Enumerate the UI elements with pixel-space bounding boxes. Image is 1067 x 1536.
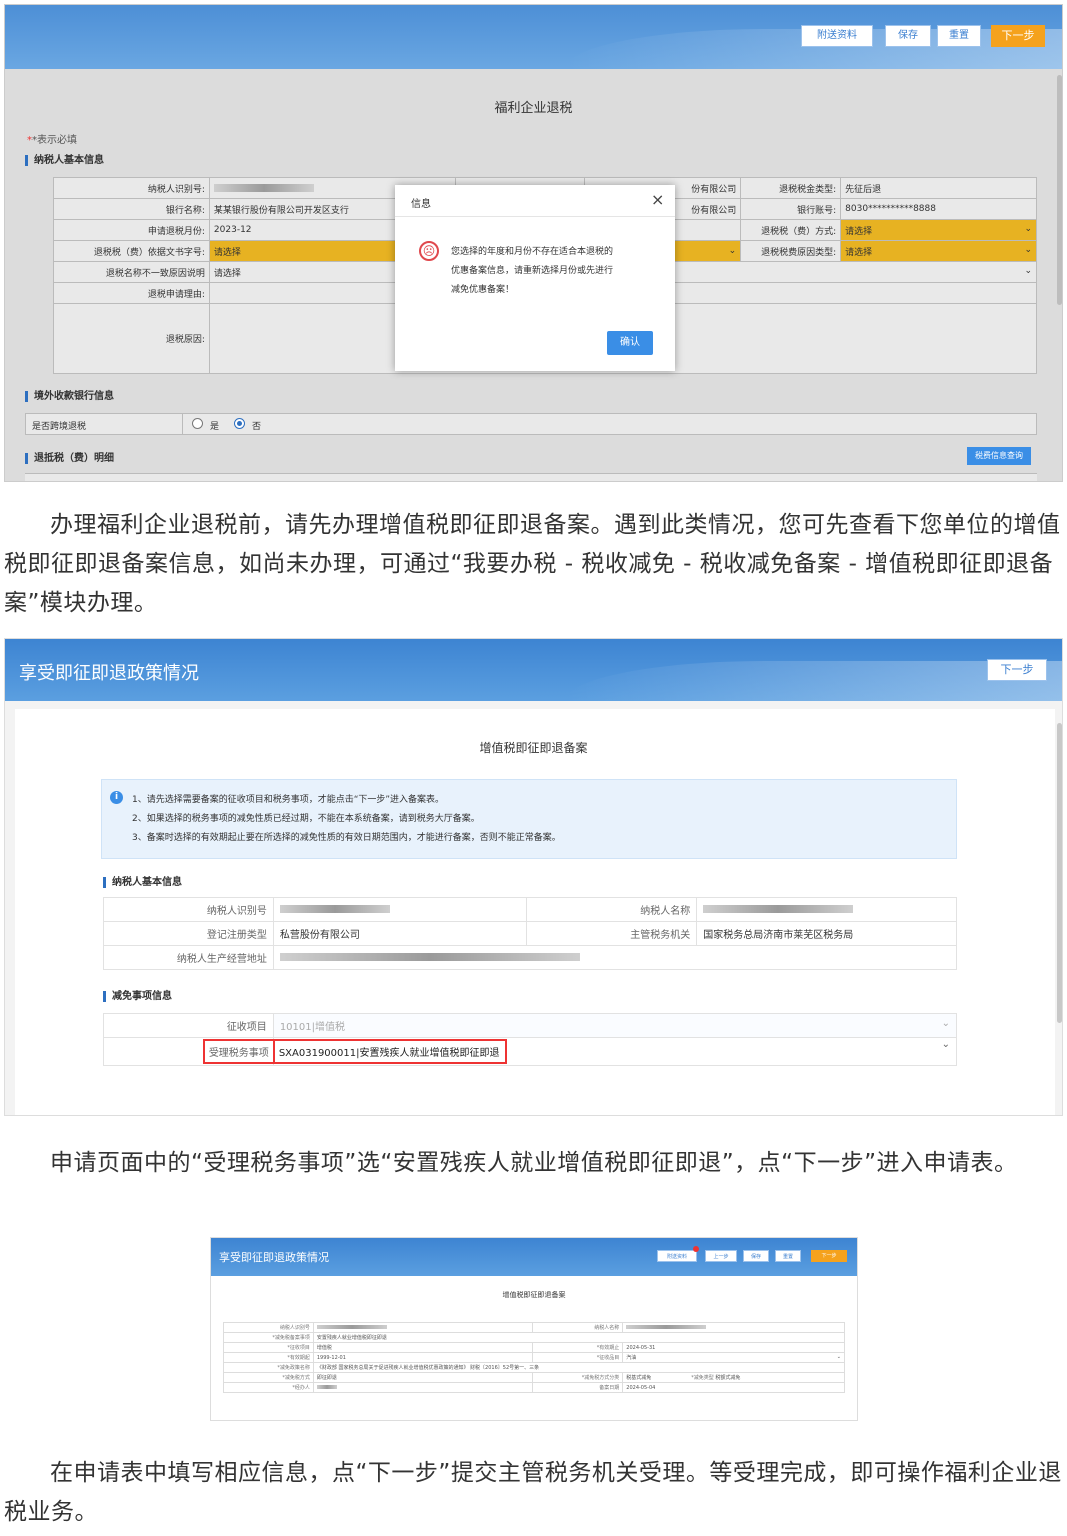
chevron-down-icon: ⌄ <box>941 1018 950 1029</box>
section-basic-info: 纳税人基本信息 <box>25 155 104 166</box>
header-bar: 享受即征即退政策情况 下一步 <box>5 639 1062 701</box>
paragraph-3: 在申请表中填写相应信息，点“下一步”提交主管税务机关受理。等受理完成，即可操作福… <box>4 1460 1062 1525</box>
save-button[interactable]: 保存 <box>885 25 931 47</box>
notice-line-3: 3、备案时选择的有效期起止要在所选择的减免性质的有效日期范围内，才能进行备案，否… <box>132 833 561 843</box>
required-note: **表示必填 <box>27 135 77 146</box>
overseas-row: 是否跨境退税 是 否 <box>25 413 1037 435</box>
page-title: 福利企业退税 <box>494 101 573 116</box>
attach-button[interactable]: 附送资料 <box>657 1250 697 1262</box>
reg-type-label: 登记注册类型 <box>103 921 274 946</box>
reg-type-value: 私营股份有限公司 <box>272 921 528 946</box>
authority-value: 国家税务总局济南市莱芜区税务局 <box>696 921 957 946</box>
refund-tax-type-label: 退税税金类型: <box>740 177 842 199</box>
section-bank-info: 境外收款银行信息 <box>25 391 114 402</box>
notification-dot <box>693 1246 699 1252</box>
next-button[interactable]: 下一步 <box>811 1250 847 1262</box>
section-refund-detail: 退抵税（费）明细 <box>25 453 114 464</box>
next-button[interactable]: 下一步 <box>987 659 1047 681</box>
dialog-message: 您选择的年度和月份不存在适合本退税的 优惠备案信息，请重新选择月份或先进行 减免… <box>451 247 614 295</box>
blurred-value <box>213 183 314 192</box>
tin-label: 纳税人识别号 <box>103 897 274 922</box>
refund-reason-type-label: 退税税费原因类型: <box>740 240 842 262</box>
notice-line-2: 2、如果选择的税务事项的减免性质已经过期，不能在本系统备案，请到税务大厅备案。 <box>132 814 480 824</box>
radio-yes-label: 是 <box>210 422 220 432</box>
sad-face-icon: ☹ <box>419 241 439 261</box>
page-title: 增值税即征即退备案 <box>502 1291 566 1299</box>
blurred-value <box>279 953 580 961</box>
section-basic-info: 纳税人基本信息 <box>103 877 182 888</box>
matter-label: 受理税务事项 <box>202 1039 275 1064</box>
refund-method-select[interactable]: 请选择 ⌄ <box>840 219 1037 241</box>
header-title: 享受即征即退政策情况 <box>219 1251 329 1264</box>
radio-yes[interactable] <box>192 418 203 429</box>
matter-select[interactable]: SXA031900011|安置残疾人就业增值税即征即退 ⌄ <box>272 1037 958 1066</box>
tin-label: 纳税人识别号: <box>53 177 210 199</box>
paragraph-2: 申请页面中的“受理税务事项”选“安置残疾人就业增值税即征即退”，点“下一步”进入… <box>50 1150 1018 1176</box>
tax-info-query-button[interactable]: 税费信息查询 <box>967 447 1031 465</box>
section-relief-info: 减免事项信息 <box>103 991 172 1002</box>
filing-form-table: 纳税人识别号 纳税人名称 *减免税备案事项 安置残疾人就业增值税即征即退 *征收… <box>223 1322 846 1393</box>
collection-item-select[interactable]: 10101|增值税 ⌄ <box>272 1013 958 1038</box>
paragraph-1: 办理福利企业退税前，请先办理增值税即征即退备案。遇到此类情况，您可先查看下您单位… <box>4 512 1061 616</box>
chevron-down-icon: ⌄ <box>1024 265 1032 276</box>
dialog-header: 信息 × <box>395 185 675 217</box>
chevron-down-icon: ⌄ <box>1024 244 1032 255</box>
blurred-value <box>703 905 854 913</box>
authority-label: 主管税务机关 <box>526 921 698 946</box>
taxpayer-name-label: 纳税人名称 <box>526 897 698 922</box>
reset-button[interactable]: 重置 <box>775 1250 801 1262</box>
chevron-down-icon: ⌄ <box>728 246 737 256</box>
bank-account-value: 8030**********8888 <box>840 198 1037 220</box>
page-title: 增值税即征即退备案 <box>479 741 588 755</box>
info-icon: i <box>110 791 123 804</box>
detail-table-header <box>25 473 1037 481</box>
screenshot-filing-select: 享受即征即退政策情况 下一步 增值税即征即退备案 i 1、请先选择需要备案的征收… <box>4 638 1063 1116</box>
document-number-label: 退税税（费）依据文书字号: <box>53 240 210 262</box>
reset-button[interactable]: 重置 <box>937 25 981 47</box>
notice-line-1: 1、请先选择需要备案的征收项目和税务事项，才能点击“下一步”进入备案表。 <box>132 795 445 805</box>
refund-method-label: 退税税（费）方式: <box>740 219 842 241</box>
confirm-button[interactable]: 确认 <box>607 331 653 355</box>
refund-month-label: 申请退税月份: <box>53 219 210 241</box>
chevron-down-icon: ⌄ <box>941 1039 950 1050</box>
header-title: 享受即征即退政策情况 <box>19 663 199 684</box>
refund-apply-reason-label: 退税申请理由: <box>53 282 210 304</box>
address-label: 纳税人生产经营地址 <box>103 945 274 970</box>
chevron-down-icon: ⌄ <box>1024 223 1032 234</box>
radio-no-label: 否 <box>252 422 262 432</box>
relief-table: 征收项目 10101|增值税 ⌄ 受理税务事项 SXA031900011|安置残疾… <box>103 1013 958 1066</box>
screenshot-filing-form: 享受即征即退政策情况 附送资料 上一步 保存 重置 下一步 增值税即征即退备案 … <box>210 1237 858 1421</box>
collection-item-label: 征收项目 <box>103 1013 274 1038</box>
header-bar: 享受即征即退政策情况 附送资料 上一步 保存 重置 下一步 <box>211 1238 857 1276</box>
bank-name-label: 银行名称: <box>53 198 210 220</box>
dialog-title: 信息 <box>411 199 431 210</box>
scrollbar[interactable] <box>1057 75 1062 305</box>
close-icon[interactable]: × <box>651 190 664 209</box>
save-button[interactable]: 保存 <box>743 1250 769 1262</box>
refund-reason-label: 退税原因: <box>53 303 210 374</box>
bank-account-label: 银行账号: <box>740 198 842 220</box>
radio-no[interactable] <box>234 418 245 429</box>
scrollbar[interactable] <box>1057 723 1062 1023</box>
screenshot-refund-form: 附送资料 保存 重置 下一步 福利企业退税 **表示必填 纳税人基本信息 纳税人… <box>4 4 1063 482</box>
basic-info-table: 纳税人识别号 纳税人名称 登记注册类型 私营股份有限公司 主管税务机关 国家税务… <box>103 897 958 970</box>
refund-tax-type-value: 先征后退 <box>840 177 1037 199</box>
info-dialog: 信息 × ☹ 您选择的年度和月份不存在适合本退税的 优惠备案信息，请重新选择月份… <box>395 185 675 371</box>
prev-button[interactable]: 上一步 <box>705 1250 737 1262</box>
blurred-value <box>279 905 390 913</box>
overseas-label: 是否跨境退税 <box>32 422 87 432</box>
refund-reason-type-select[interactable]: 请选择 ⌄ <box>840 240 1037 262</box>
name-mismatch-label: 退税名称不一致原因说明 <box>53 261 210 283</box>
next-button[interactable]: 下一步 <box>991 25 1045 47</box>
notice-box: i 1、请先选择需要备案的征收项目和税务事项，才能点击“下一步”进入备案表。 2… <box>101 779 957 859</box>
header-bar: 附送资料 保存 重置 下一步 <box>5 5 1062 69</box>
chevron-down-icon: ⌄ <box>836 1354 841 1360</box>
attach-button[interactable]: 附送资料 <box>801 25 873 47</box>
matter-value: SXA031900011|安置残疾人就业增值税即征即退 <box>272 1039 508 1064</box>
